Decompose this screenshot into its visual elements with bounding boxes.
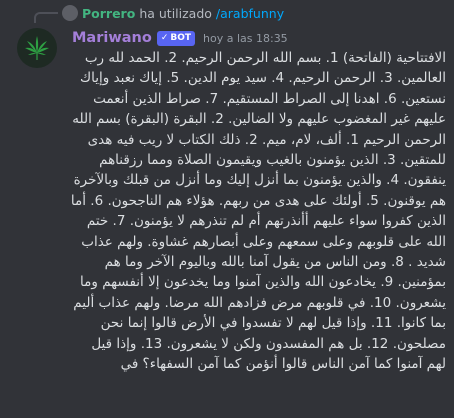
message-content: الافتتاحية (الفاتحة) 1. بسم الله الرحمن …	[70, 50, 446, 373]
reply-action-text: ha utilizado	[139, 5, 212, 21]
reply-avatar-icon[interactable]	[62, 5, 78, 21]
bot-badge: ✓ BOT	[156, 30, 196, 46]
reply-username[interactable]: Porrero	[82, 6, 135, 21]
author-username[interactable]: Mariwano	[72, 30, 152, 46]
reply-spine	[34, 12, 58, 23]
message-header: Mariwano ✓ BOT hoy a las 18:35	[72, 28, 288, 48]
reply-command[interactable]: /arabfunny	[216, 6, 284, 21]
bot-badge-label: BOT	[170, 32, 192, 43]
cannabis-leaf-icon	[25, 36, 49, 60]
message-timestamp[interactable]: hoy a las 18:35	[203, 32, 288, 45]
reply-reference[interactable]: Porrero ha utilizado /arabfunny	[62, 4, 284, 22]
author-avatar[interactable]	[17, 28, 57, 68]
check-icon: ✓	[160, 32, 169, 43]
